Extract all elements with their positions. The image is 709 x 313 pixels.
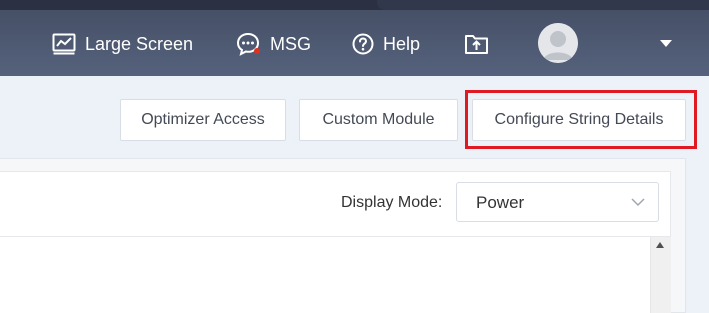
nav-msg[interactable]: MSG	[236, 30, 311, 58]
tab-strip-fragment	[377, 0, 709, 10]
help-icon	[352, 33, 374, 55]
nav-help[interactable]: Help	[352, 30, 420, 58]
display-mode-label: Display Mode:	[341, 194, 443, 211]
nav-help-label: Help	[383, 33, 421, 54]
message-icon	[236, 32, 260, 56]
user-avatar-icon	[538, 23, 578, 63]
caret-down-icon[interactable]	[660, 40, 672, 47]
nav-large-screen[interactable]: Large Screen	[52, 30, 193, 58]
chevron-down-icon	[631, 198, 645, 207]
upload-button[interactable]	[464, 30, 489, 58]
vertical-scrollbar[interactable]	[650, 237, 671, 313]
nav-msg-label: MSG	[270, 33, 312, 54]
display-mode-value: Power	[476, 193, 525, 212]
nav-large-screen-label: Large Screen	[85, 33, 194, 54]
scroll-up-arrow-icon[interactable]	[656, 242, 664, 248]
optimizer-access-button[interactable]: Optimizer Access	[120, 99, 286, 141]
content-area	[0, 237, 671, 313]
chart-icon	[52, 33, 76, 55]
user-avatar[interactable]	[538, 23, 578, 63]
configure-string-details-button[interactable]: Configure String Details	[472, 99, 686, 141]
display-mode-select[interactable]: Power	[456, 182, 659, 222]
top-navigation-bar: Large Screen MSG Help	[0, 0, 709, 76]
upload-icon	[465, 35, 488, 54]
custom-module-button[interactable]: Custom Module	[299, 99, 458, 141]
